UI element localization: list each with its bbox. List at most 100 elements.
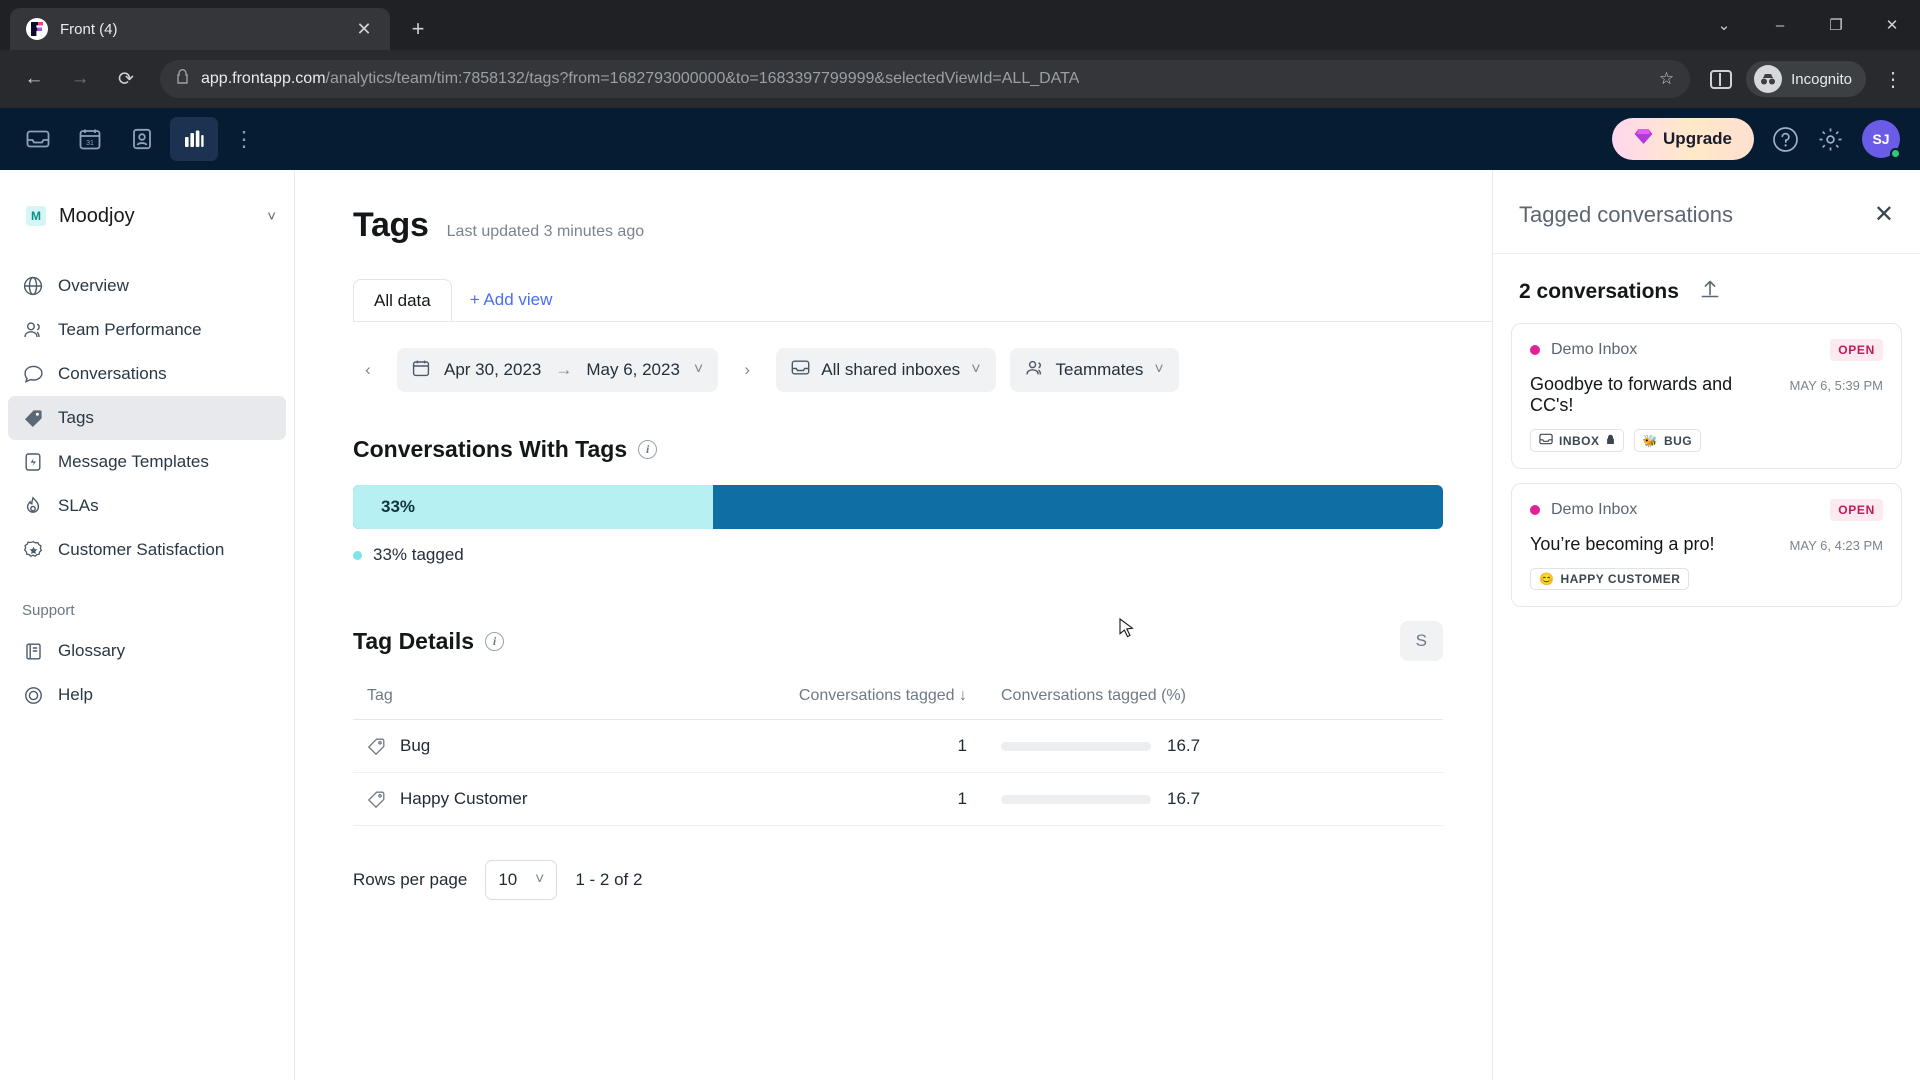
- appnav-more-icon[interactable]: ⋮: [222, 127, 266, 152]
- table-row[interactable]: Bug 1 16.7: [353, 720, 1443, 773]
- globe-icon: [22, 276, 44, 296]
- inbox-color-dot: [1530, 345, 1540, 355]
- template-icon: [22, 452, 44, 472]
- conversation-card[interactable]: Demo Inbox OPEN You’re becoming a pro! M…: [1511, 483, 1902, 607]
- conversation-tag[interactable]: 😊 HAPPY CUSTOMER: [1530, 568, 1690, 590]
- people-icon: [1025, 359, 1045, 382]
- section-title: Conversations With Tags: [353, 436, 628, 462]
- table-row[interactable]: Happy Customer 1 16.7: [353, 773, 1443, 826]
- sidebar-item-slas[interactable]: SLAs: [8, 484, 286, 528]
- svg-text:31: 31: [86, 140, 94, 147]
- url-domain: app.frontapp.com: [201, 70, 326, 87]
- appnav-item-contacts[interactable]: [118, 117, 166, 161]
- chevron-down-icon[interactable]: ˅: [694, 361, 703, 379]
- close-icon[interactable]: ✕: [1874, 200, 1894, 229]
- conversation-tag[interactable]: 🐝 BUG: [1633, 429, 1702, 452]
- tab-all-data[interactable]: All data: [353, 279, 452, 321]
- sidebar-item-glossary[interactable]: Glossary: [8, 629, 286, 673]
- chevron-down-icon[interactable]: ⌄: [1696, 0, 1752, 50]
- forward-arrow-icon[interactable]: →: [60, 59, 100, 99]
- sidebar-item-team-performance[interactable]: Team Performance: [8, 308, 286, 352]
- workspace-selector[interactable]: M Moodjoy ˅: [0, 196, 294, 236]
- kebab-menu-icon[interactable]: ⋮: [1880, 67, 1906, 92]
- chevron-left-icon[interactable]: ‹: [353, 355, 383, 385]
- conversation-inbox: Demo Inbox: [1551, 501, 1638, 518]
- sidebar-item-message-templates[interactable]: Message Templates: [8, 440, 286, 484]
- export-upload-icon[interactable]: [1699, 278, 1721, 305]
- side-panel-icon[interactable]: [1710, 69, 1733, 89]
- appnav-item-calendar[interactable]: 31: [66, 117, 114, 161]
- section-title: Tag Details: [353, 627, 474, 654]
- incognito-indicator[interactable]: Incognito: [1746, 61, 1866, 97]
- sidebar-item-label: Glossary: [58, 641, 126, 660]
- help-circle-icon[interactable]: [1772, 126, 1799, 153]
- chat-bubble-icon: [22, 364, 44, 384]
- address-bar[interactable]: app.frontapp.com/analytics/team/tim:7858…: [160, 60, 1691, 98]
- close-icon[interactable]: ✕: [350, 15, 378, 43]
- column-header-conversations-tagged[interactable]: Conversations tagged ↓: [787, 687, 967, 705]
- avatar[interactable]: SJ: [1862, 120, 1901, 159]
- tag-count: 1: [957, 736, 967, 755]
- legend-color-swatch: [353, 550, 362, 560]
- info-icon[interactable]: i: [485, 631, 504, 651]
- book-icon: [22, 642, 44, 661]
- sidebar-support-nav: Glossary Help: [0, 629, 294, 717]
- conversation-subject: You’re becoming a pro!: [1530, 534, 1715, 554]
- reload-icon[interactable]: ⟳: [106, 59, 146, 99]
- minimize-icon[interactable]: –: [1752, 0, 1808, 50]
- app-viewport: 31 ⋮ Upgrade SJ M Moodjoy ˅ Overview Tea…: [0, 108, 1920, 1080]
- rows-per-page-label: Rows per page: [353, 870, 468, 889]
- conversation-count: 2 conversations: [1519, 279, 1679, 303]
- avatar-initials: SJ: [1872, 131, 1890, 147]
- rows-per-page-select[interactable]: 10 ˅: [485, 860, 558, 900]
- column-header-conversations-tagged-pct[interactable]: Conversations tagged (%): [967, 687, 1429, 705]
- teammates-filter[interactable]: Teammates ˅: [1009, 348, 1179, 392]
- browser-tab[interactable]: Front (4) ✕: [10, 8, 390, 50]
- appnav-item-inbox[interactable]: [14, 117, 62, 161]
- add-view-button[interactable]: + Add view: [452, 279, 571, 321]
- maximize-icon[interactable]: ❐: [1808, 0, 1864, 50]
- sidebar-item-label: Conversations: [58, 364, 167, 383]
- browser-toolbar: ← → ⟳ app.frontapp.com/analytics/team/ti…: [0, 50, 1920, 108]
- column-header-tag[interactable]: Tag: [367, 687, 787, 705]
- appnav-item-analytics[interactable]: [170, 117, 218, 161]
- inbox-filter-label: All shared inboxes: [821, 360, 961, 379]
- back-arrow-icon[interactable]: ←: [14, 59, 54, 99]
- gear-icon[interactable]: [1817, 126, 1844, 153]
- close-window-icon[interactable]: ✕: [1864, 0, 1920, 50]
- status-badge: OPEN: [1830, 499, 1883, 521]
- inbox-filter[interactable]: All shared inboxes ˅: [776, 348, 996, 392]
- sidebar-item-overview[interactable]: Overview: [8, 264, 286, 308]
- incognito-label: Incognito: [1791, 70, 1852, 88]
- new-tab-button[interactable]: +: [404, 15, 432, 43]
- conversations-with-tags-header: Conversations With Tags i: [353, 436, 1492, 463]
- sidebar-section-support: Support: [22, 602, 75, 619]
- upgrade-button[interactable]: Upgrade: [1612, 118, 1754, 160]
- sidebar-item-label: Message Templates: [58, 452, 209, 471]
- sidebar-item-conversations[interactable]: Conversations: [8, 352, 286, 396]
- conversation-card[interactable]: Demo Inbox OPEN Goodbye to forwards and …: [1511, 323, 1902, 469]
- chevron-down-icon[interactable]: ˅: [971, 361, 980, 379]
- workspace-badge: M: [26, 206, 46, 226]
- chevron-down-icon[interactable]: ˅: [267, 208, 276, 225]
- sidebar-item-tags[interactable]: Tags: [8, 396, 286, 440]
- sidebar-item-help[interactable]: Help: [8, 673, 286, 717]
- tagged-progress-bar[interactable]: 33%: [353, 485, 1443, 529]
- date-range-filter[interactable]: Apr 30, 2023 → May 6, 2023 ˅: [397, 348, 719, 392]
- sidebar-item-label: Tags: [58, 408, 94, 427]
- chevron-down-icon[interactable]: ˅: [1154, 361, 1163, 379]
- url-path: /analytics/team/tim:7858132/tags?from=16…: [325, 70, 1080, 87]
- conversation-tag[interactable]: INBOX: [1530, 429, 1624, 452]
- search-input[interactable]: S: [1399, 621, 1443, 661]
- status-badge: OPEN: [1830, 339, 1883, 361]
- chevron-right-icon[interactable]: ›: [732, 355, 762, 385]
- browser-tab-title: Front (4): [60, 20, 118, 38]
- info-icon[interactable]: i: [638, 440, 658, 459]
- browser-window: Front (4) ✕ + ⌄ – ❐ ✕ ← → ⟳ app.frontapp…: [0, 0, 1920, 1080]
- sidebar-item-customer-satisfaction[interactable]: Customer Satisfaction: [8, 528, 286, 572]
- star-icon[interactable]: ☆: [1659, 69, 1674, 89]
- view-tabs: All data + Add view: [353, 279, 1492, 321]
- tag-name: Happy Customer: [400, 789, 528, 808]
- sidebar: M Moodjoy ˅ Overview Team Performance Co…: [0, 170, 295, 1080]
- table-header-row: Tag Conversations tagged ↓ Conversations…: [353, 687, 1443, 720]
